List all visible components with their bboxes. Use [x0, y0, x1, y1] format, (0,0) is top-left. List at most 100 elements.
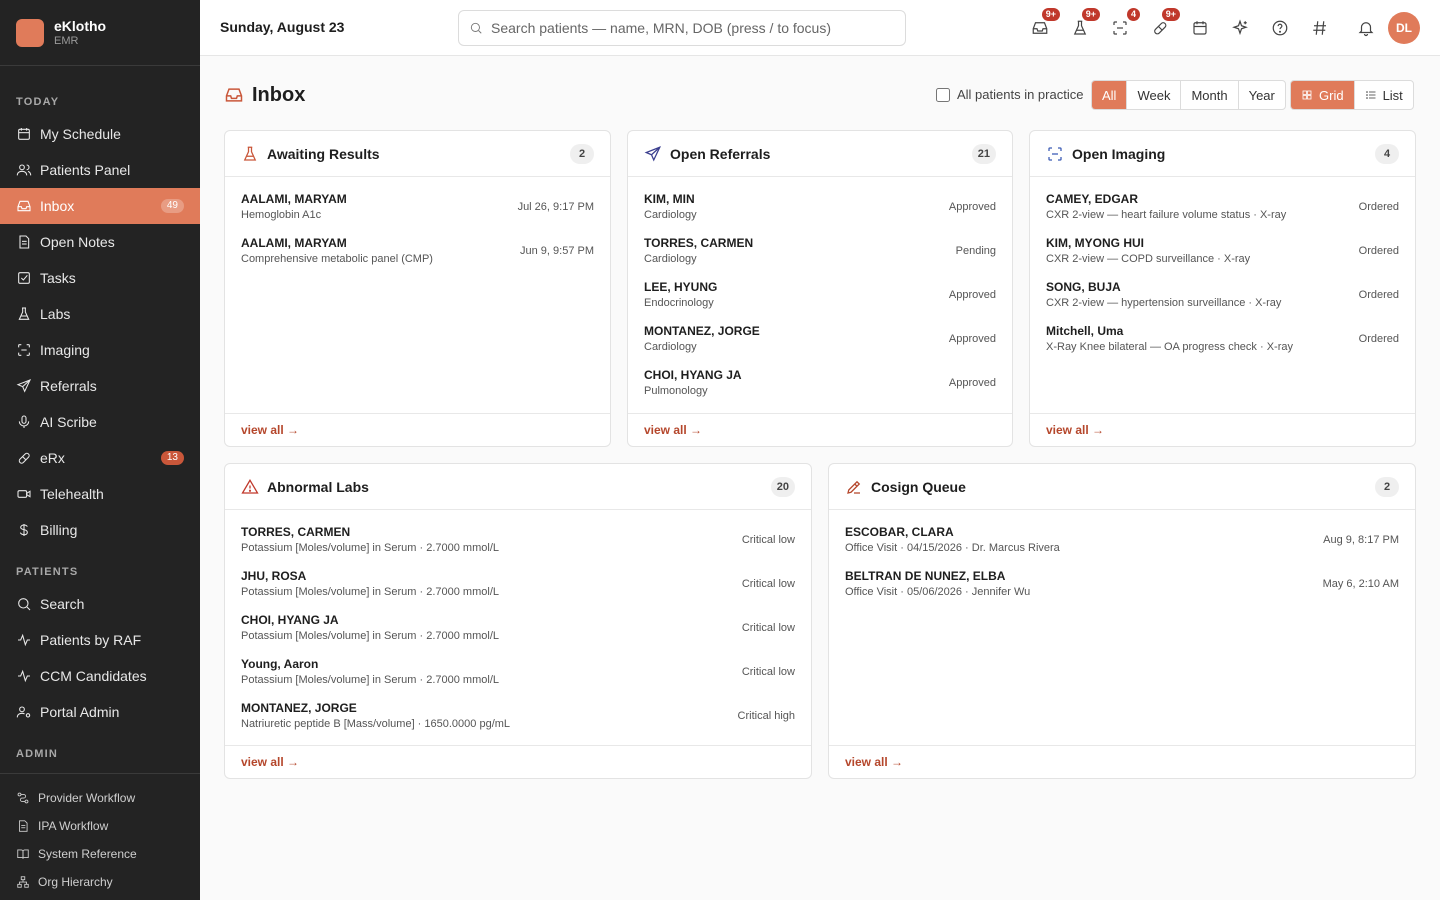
all-patients-filter[interactable]: All patients in practice	[936, 87, 1083, 102]
top-scan-button[interactable]: 4	[1108, 8, 1140, 40]
view-grid-button[interactable]: Grid	[1291, 81, 1355, 109]
sidebar-item-ccm-candidates[interactable]: CCM Candidates	[0, 658, 200, 694]
card-open-referrals: Open Referrals 21 KIM, MIN Cardiology Approv…	[627, 130, 1013, 447]
sidebar-item-telehealth[interactable]: Telehealth	[0, 476, 200, 512]
sidebar-item-inbox[interactable]: Inbox 49	[0, 188, 200, 224]
calendar-icon	[1193, 21, 1207, 35]
sidebar-item-label: My Schedule	[40, 126, 121, 142]
sidebar-item-label: System Reference	[38, 847, 137, 861]
sidebar-item-referrals[interactable]: Referrals	[0, 368, 200, 404]
list-item[interactable]: CAMEY, EDGAR CXR 2-view — heart failure v…	[1030, 191, 1415, 235]
users-icon	[16, 164, 32, 176]
top-sparkle-button[interactable]	[1228, 16, 1252, 40]
list-item[interactable]: LEE, HYUNG Endocrinology Approved	[628, 279, 1012, 323]
view-list-button[interactable]: List	[1355, 81, 1413, 109]
card-list: CAMEY, EDGAR CXR 2-view — heart failure v…	[1030, 177, 1415, 367]
all-patients-checkbox[interactable]	[936, 87, 950, 102]
view-all-link[interactable]: view all →	[1030, 413, 1415, 446]
list-item[interactable]: Mitchell, Uma X-Ray Knee bilateral — OA p…	[1030, 323, 1415, 367]
sidebar-item-provider-workflow[interactable]: Provider Workflow	[0, 784, 200, 812]
sidebar-item-ai-scribe[interactable]: AI Scribe	[0, 404, 200, 440]
list-item[interactable]: TORRES, CARMEN Potassium [Moles/volume] i…	[225, 524, 811, 568]
range-all-button[interactable]: All	[1092, 81, 1128, 109]
list-item[interactable]: CHOI, HYANG JA Pulmonology Approved	[628, 367, 1012, 411]
calendar-icon-wrap	[16, 126, 32, 142]
book-icon	[17, 849, 29, 859]
item-detail: CXR 2-view — hypertension surveillance ·…	[1046, 297, 1282, 309]
top-calendar-button[interactable]	[1188, 16, 1212, 40]
item-detail: Cardiology	[644, 209, 697, 221]
list-item[interactable]: MONTANEZ, JORGE Natriuretic peptide B [Ma…	[225, 700, 811, 744]
list-item[interactable]: SONG, BUJA CXR 2-view — hypertension surv…	[1030, 279, 1415, 323]
calendar-icon	[18, 128, 30, 140]
users-icon-wrap	[16, 162, 32, 178]
item-status: Critical low	[741, 578, 795, 590]
list-item[interactable]: KIM, MYONG HUI CXR 2-view — COPD surveill…	[1030, 235, 1415, 279]
sidebar-item-erx[interactable]: eRx 13	[0, 440, 200, 476]
list-item[interactable]: AALAMI, MARYAM Hemoglobin A1c Jul 26, 9:17…	[225, 191, 610, 235]
view-label: Grid	[1319, 87, 1344, 103]
sidebar-item-portal-admin[interactable]: Portal Admin	[0, 694, 200, 730]
sidebar-item-patients-panel[interactable]: Patients Panel	[0, 152, 200, 188]
card-icon-wrap	[241, 145, 259, 163]
sidebar-item-ipa-workflow[interactable]: IPA Workflow	[0, 812, 200, 840]
sidebar-item-search[interactable]: Search	[0, 586, 200, 622]
sidebar-item-billing[interactable]: Billing	[0, 512, 200, 548]
count-badge: 20	[770, 477, 795, 497]
list-item[interactable]: CHOI, HYANG JA Potassium [Moles/volume] i…	[225, 612, 811, 656]
item-status: Ordered	[1358, 333, 1399, 345]
sidebar-item-label: Portal Admin	[40, 704, 120, 720]
sidebar-item-labs[interactable]: Labs	[0, 296, 200, 332]
document-icon-wrap	[16, 819, 30, 833]
sidebar-item-org-hierarchy[interactable]: Org Hierarchy	[0, 868, 200, 896]
pill-icon	[18, 452, 30, 464]
range-year-button[interactable]: Year	[1239, 81, 1285, 109]
sidebar-item-tasks[interactable]: Tasks	[0, 260, 200, 296]
list-item[interactable]: MONTANEZ, JORGE Cardiology Approved	[628, 323, 1012, 367]
view-all-link[interactable]: view all →	[225, 745, 811, 778]
sidebar-item-patients-by-raf[interactable]: Patients by RAF	[0, 622, 200, 658]
search-icon	[470, 22, 482, 34]
brand-logo	[16, 18, 44, 47]
sidebar-item-system-reference[interactable]: System Reference	[0, 840, 200, 868]
patient-name: CHOI, HYANG JA	[241, 613, 339, 627]
top-hash-button[interactable]	[1308, 16, 1332, 40]
count-badge: 2	[1375, 477, 1399, 497]
list-item[interactable]: BELTRAN DE NUNEZ, ELBA Office Visit · 05/…	[829, 568, 1415, 612]
list-item[interactable]: JHU, ROSA Potassium [Moles/volume] in Ser…	[225, 568, 811, 612]
search-icon-wrap	[16, 596, 32, 612]
send-icon	[644, 145, 662, 162]
range-week-button[interactable]: Week	[1127, 81, 1182, 109]
list-item[interactable]: ESCOBAR, CLARA Office Visit · 04/15/2026 …	[829, 524, 1415, 568]
list-item[interactable]: TORRES, CARMEN Cardiology Pending	[628, 235, 1012, 279]
sidebar-item-label: Telehealth	[40, 486, 104, 502]
patient-search[interactable]	[458, 10, 906, 46]
brand[interactable]: eKlotho EMR	[0, 0, 200, 66]
flask-icon-wrap	[16, 306, 32, 322]
top-help-button[interactable]	[1268, 16, 1292, 40]
top-pill-button[interactable]: 9+	[1148, 8, 1180, 40]
view-all-link[interactable]: view all →	[829, 745, 1415, 778]
top-bell-button[interactable]	[1354, 16, 1378, 40]
count-badge: 2	[570, 144, 594, 164]
list-item[interactable]: AALAMI, MARYAM Comprehensive metabolic pa…	[225, 235, 610, 279]
list-item[interactable]: Young, Aaron Potassium [Moles/volume] in …	[225, 656, 811, 700]
patient-name: TORRES, CARMEN	[241, 525, 351, 539]
view-all-link[interactable]: view all →	[628, 413, 1012, 446]
notification-badge: 4	[1126, 8, 1140, 21]
search-input[interactable]	[491, 20, 891, 36]
range-month-button[interactable]: Month	[1181, 81, 1239, 109]
inbox-icon	[17, 200, 31, 212]
sidebar-item-imaging[interactable]: Imaging	[0, 332, 200, 368]
bell-icon	[1358, 22, 1374, 37]
avatar[interactable]: DL	[1388, 12, 1420, 44]
list-item[interactable]: KIM, MIN Cardiology Approved	[628, 191, 1012, 235]
sidebar-item-label: Patients Panel	[40, 162, 131, 178]
view-all-link[interactable]: view all →	[225, 413, 610, 446]
sidebar-item-my-schedule[interactable]: My Schedule	[0, 116, 200, 152]
top-inbox-button[interactable]: 9+	[1028, 8, 1060, 40]
search-icon	[18, 598, 31, 611]
sidebar-item-open-notes[interactable]: Open Notes	[0, 224, 200, 260]
top-flask-button[interactable]: 9+	[1068, 8, 1100, 40]
item-detail: Endocrinology	[644, 297, 714, 309]
